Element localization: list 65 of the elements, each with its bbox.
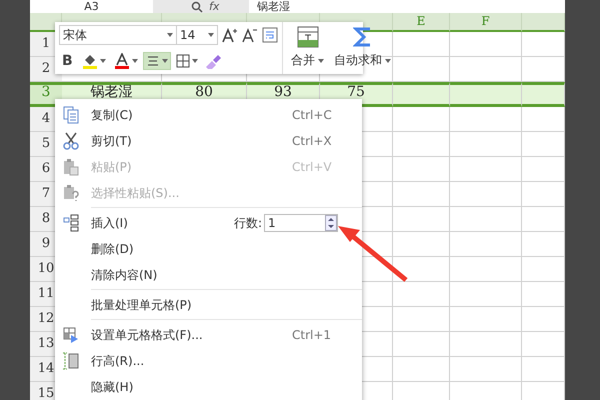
table-cell <box>522 82 565 107</box>
clipboard-question-icon <box>63 184 79 202</box>
table-cell <box>450 357 522 382</box>
column-header[interactable] <box>522 13 565 32</box>
table-cell <box>393 307 450 332</box>
caret-icon <box>162 59 168 63</box>
table-cell <box>393 207 450 232</box>
fx-label[interactable]: fx <box>209 0 249 13</box>
table-cell <box>450 232 522 257</box>
table-cell <box>450 132 522 157</box>
table-cell <box>450 82 522 107</box>
format-painter-icon[interactable] <box>204 53 222 69</box>
table-cell <box>450 257 522 282</box>
borders-button[interactable] <box>174 53 200 69</box>
sigma-icon <box>352 26 372 48</box>
format-cells-icon <box>63 326 79 344</box>
insert-rows-icon <box>63 214 79 232</box>
table-cell <box>450 182 522 207</box>
table-cell <box>393 257 450 282</box>
align-button[interactable] <box>144 53 170 69</box>
increase-font-icon[interactable] <box>222 27 238 43</box>
table-cell <box>393 132 450 157</box>
borders-icon <box>176 54 190 68</box>
table-cell <box>393 332 450 357</box>
table-cell <box>393 82 450 107</box>
rows-count-label: 行数: <box>234 214 262 232</box>
font-size-dropdown[interactable]: 14 <box>176 25 218 45</box>
rows-count-spinner[interactable]: 1 <box>264 214 338 232</box>
table-cell <box>393 182 450 207</box>
table-cell <box>450 307 522 332</box>
merge-cells-icon <box>296 26 318 48</box>
scissors-icon <box>63 132 79 150</box>
caret-icon <box>100 59 106 63</box>
font-color-icon <box>114 53 130 69</box>
formula-field[interactable]: 锅老湿 <box>249 0 565 13</box>
caret-icon <box>385 58 391 62</box>
table-cell <box>450 207 522 232</box>
autosum-button[interactable]: 自动求和 <box>332 24 393 72</box>
decrease-font-icon[interactable] <box>242 27 258 43</box>
copy-icon <box>63 106 79 124</box>
name-box[interactable]: A3 <box>30 0 153 13</box>
table-cell <box>393 107 450 132</box>
align-icon <box>146 54 160 68</box>
wrap-text-icon[interactable] <box>262 27 278 43</box>
merge-button[interactable]: 合并 <box>289 24 326 72</box>
row-height-icon <box>63 352 79 370</box>
table-cell <box>450 157 522 182</box>
paint-bucket-icon <box>82 53 98 69</box>
table-cell <box>450 107 522 132</box>
table-cell <box>393 357 450 382</box>
bold-button[interactable]: B <box>59 53 76 69</box>
table-cell <box>450 332 522 357</box>
caret-icon <box>318 58 324 62</box>
spin-arrows-icon[interactable] <box>325 215 337 231</box>
table-cell <box>450 32 522 57</box>
caret-icon <box>132 59 138 63</box>
search-icon[interactable] <box>191 0 203 12</box>
caret-icon <box>192 59 198 63</box>
table-cell <box>393 157 450 182</box>
table-cell <box>393 32 450 57</box>
font-dropdown[interactable]: 宋体 <box>59 25 177 45</box>
table-cell <box>393 282 450 307</box>
table-cell <box>393 232 450 257</box>
table-cell <box>450 282 522 307</box>
clipboard-icon <box>63 158 79 176</box>
